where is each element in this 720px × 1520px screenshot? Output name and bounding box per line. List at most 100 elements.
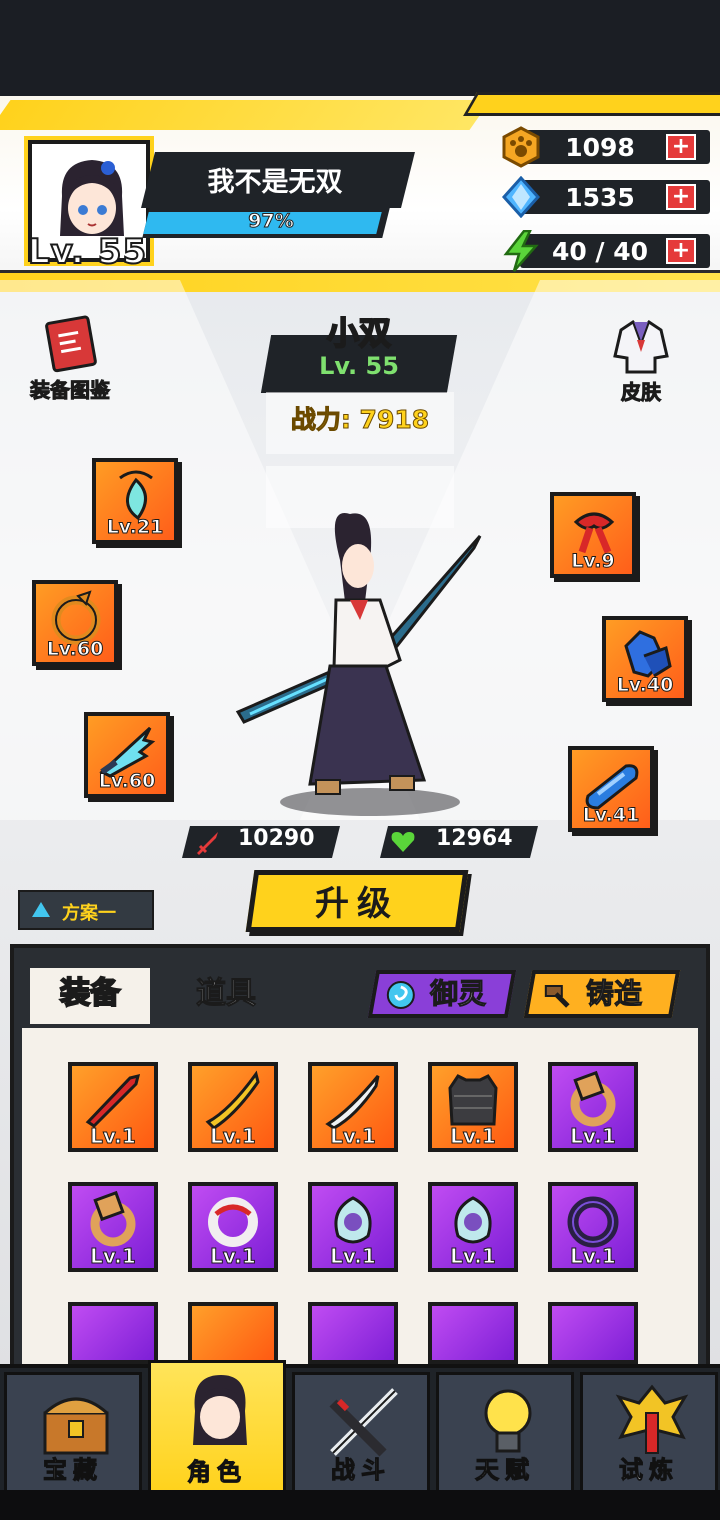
combat-power: 战力: 7918 [290, 405, 430, 435]
inventory-item[interactable] [188, 1302, 278, 1364]
item-level: Lv.1 [450, 1244, 497, 1269]
heart-icon [391, 832, 415, 852]
jade-pendant-icon [334, 1196, 372, 1244]
forge-button[interactable]: 铸造 [523, 970, 681, 1018]
inventory-item[interactable]: Lv.1 [428, 1182, 518, 1272]
sailor-uniform-icon [613, 319, 669, 374]
equip-slot-weapon[interactable]: Lv.60 [84, 712, 170, 798]
nav-item-3[interactable]: 天赋 [436, 1372, 574, 1494]
equip-level: Lv.40 [616, 674, 674, 697]
inventory-item[interactable]: Lv.1 [188, 1062, 278, 1152]
item-level: Lv.1 [210, 1244, 257, 1269]
nav-item-4[interactable]: 试炼 [580, 1372, 718, 1494]
inventory-item[interactable] [428, 1302, 518, 1364]
item-level: Lv.1 [570, 1244, 617, 1269]
dark-bracelet-icon [567, 1196, 619, 1248]
inventory-item[interactable]: Lv.1 [68, 1182, 158, 1272]
skin-label: 皮肤 [621, 380, 662, 405]
equipment-codex-label: 装备图鉴 [30, 378, 111, 403]
nav-label: 战斗 [331, 1456, 391, 1485]
red-bracelet-icon [208, 1197, 258, 1247]
crossed-swords-icon [329, 1388, 398, 1457]
inventory-item[interactable] [548, 1302, 638, 1364]
item-level: Lv.1 [90, 1124, 137, 1149]
resource-paw-coin: 1098 + [500, 126, 710, 168]
system-bar [0, 1490, 720, 1520]
resource-diamond: 1535 + [500, 176, 710, 218]
inventory-item[interactable]: Lv.1 [308, 1182, 398, 1272]
yellow-blade-icon [205, 1070, 260, 1130]
nav-item-2[interactable]: 战斗 [292, 1372, 430, 1494]
red-blade-icon [85, 1073, 141, 1128]
lightbulb-icon [484, 1389, 532, 1453]
item-level: Lv.1 [210, 1124, 257, 1149]
inventory-item[interactable] [68, 1302, 158, 1364]
tab-equipment[interactable]: 装备 [30, 968, 150, 1024]
sword-icon [197, 832, 218, 855]
header-accent [0, 100, 491, 130]
equip-level: Lv.60 [98, 770, 156, 793]
spirit-button[interactable]: 御灵 [367, 970, 517, 1018]
resource-energy: 40 / 40 + [500, 230, 710, 272]
equip-level: Lv.41 [582, 804, 640, 827]
triangle-up-icon [32, 902, 50, 917]
equip-slot-sash[interactable]: Lv.9 [550, 492, 636, 578]
item-level: Lv.1 [570, 1124, 617, 1149]
header-accent-right [463, 92, 720, 116]
player-level: Lv. 55 [27, 231, 148, 273]
add-paw-coin-button[interactable]: + [666, 134, 696, 160]
treasure-chest-icon [43, 1397, 109, 1455]
game-screen: Lv. 55 我不是无双 97% 1098 + 1535 + 40 / 40 + [0, 0, 720, 1520]
item-level: Lv.1 [450, 1124, 497, 1149]
equip-slot-dragon-ring[interactable]: Lv.60 [32, 580, 118, 666]
inventory-item[interactable]: Lv.1 [308, 1062, 398, 1152]
equip-level: Lv.60 [46, 638, 104, 661]
lightning-icon [503, 230, 539, 272]
item-level: Lv.1 [330, 1124, 377, 1149]
nav-item-1[interactable]: 角色 [148, 1360, 286, 1496]
nav-label: 宝藏 [43, 1456, 103, 1485]
paw-icon [502, 126, 540, 168]
item-level: Lv.1 [90, 1244, 137, 1269]
white-blade-icon [325, 1075, 380, 1130]
inventory-item[interactable]: Lv.1 [68, 1062, 158, 1152]
resource-value: 1535 [565, 183, 635, 212]
equip-slot-necklace[interactable]: Lv.21 [92, 458, 178, 544]
inventory-item[interactable]: Lv.1 [428, 1062, 518, 1152]
status-area [0, 0, 720, 96]
equip-level: Lv.9 [571, 550, 615, 573]
inventory-item[interactable] [308, 1302, 398, 1364]
player-name: 我不是无双 [207, 167, 343, 198]
nav-label: 天赋 [475, 1456, 535, 1485]
ring-icon [90, 1190, 136, 1247]
tab-items[interactable]: 道具 [176, 968, 276, 1024]
scheme-label: 方案一 [62, 903, 116, 924]
health-value: 12964 [436, 826, 513, 851]
equip-slot-shoes[interactable]: Lv.41 [568, 746, 654, 832]
tab-equipment-label: 装备 [59, 975, 121, 1012]
nav-label: 角色 [187, 1458, 247, 1487]
nav-label: 试炼 [619, 1456, 679, 1485]
resource-value: 1098 [565, 133, 635, 162]
equip-level: Lv.21 [106, 516, 164, 539]
exp-percent: 97% [248, 210, 294, 233]
skin-button[interactable]: 皮肤 [596, 316, 686, 405]
inventory-item[interactable]: Lv.1 [188, 1182, 278, 1272]
add-diamond-button[interactable]: + [666, 184, 696, 210]
jade-pendant-icon [454, 1196, 492, 1244]
item-level: Lv.1 [330, 1244, 377, 1269]
nav-item-0[interactable]: 宝藏 [4, 1372, 142, 1494]
upgrade-button-label: 升级 [315, 884, 399, 924]
equip-slot-gloves[interactable]: Lv.40 [602, 616, 688, 702]
character-icon [193, 1375, 247, 1445]
inventory-item[interactable]: Lv.1 [548, 1182, 638, 1272]
spirit-label: 御灵 [430, 977, 487, 1011]
attack-value: 10290 [238, 826, 315, 851]
inventory-item[interactable]: Lv.1 [548, 1062, 638, 1152]
ring-icon [570, 1070, 616, 1127]
resource-value: 40 / 40 [551, 237, 649, 266]
forge-label: 铸造 [586, 977, 643, 1011]
armor-vest-icon [448, 1074, 498, 1126]
add-energy-button[interactable]: + [666, 238, 696, 264]
equipment-codex-button[interactable]: 装备图鉴 [18, 314, 122, 403]
